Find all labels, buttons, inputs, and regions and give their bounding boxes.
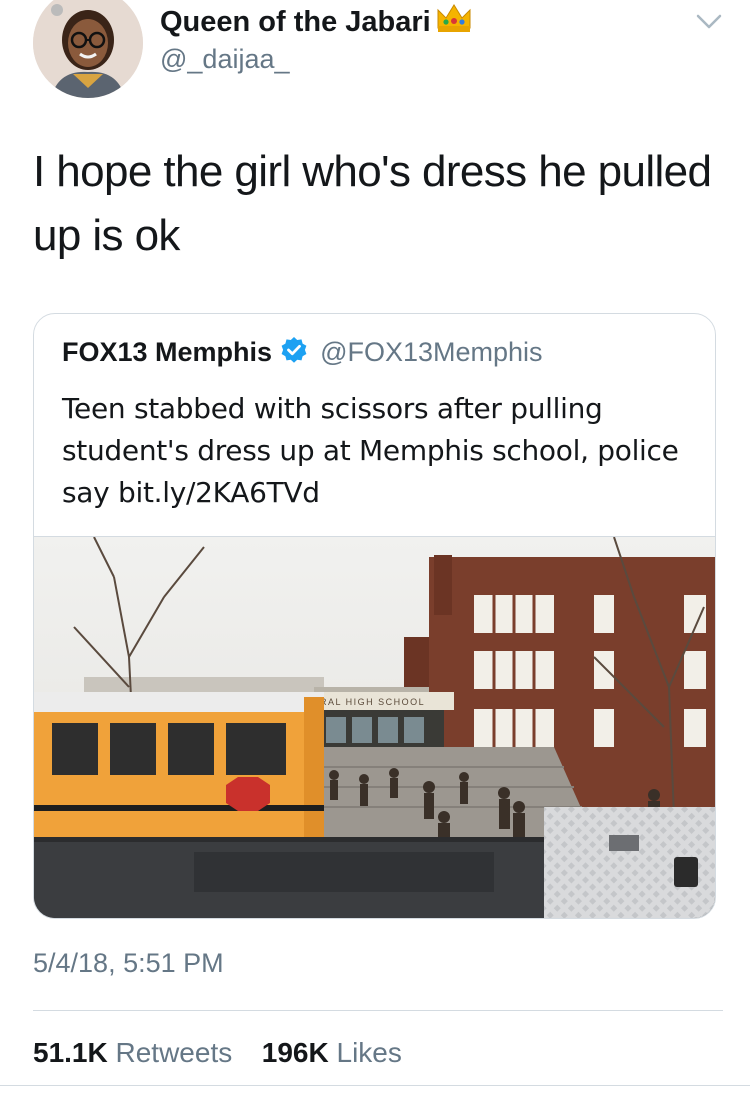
quoted-tweet-card[interactable]: FOX13 Memphis @FOX13Memphis Teen stabbed… [33,313,716,919]
bottom-divider [0,1085,750,1086]
quoted-tweet-photo[interactable]: RAL HIGH SCHOOL [34,536,715,918]
quoted-display-name: FOX13 Memphis [62,337,273,367]
tweet-text: I hope the girl who's dress he pulled up… [33,147,712,260]
divider [33,1010,723,1011]
author-handle[interactable]: @_daijaa_ [160,44,290,75]
retweets-stat[interactable]: 51.1K Retweets [33,1037,240,1068]
chevron-down-icon[interactable] [694,10,724,32]
author-display-name[interactable]: Queen of the Jabari [160,2,473,42]
likes-count: 196K [261,1037,329,1068]
quoted-tweet-text: Teen stabbed with scissors after pulling… [62,392,679,509]
likes-stat[interactable]: 196K Likes [262,1037,402,1068]
retweets-label: Retweets [115,1037,233,1068]
tweet-stats: 51.1K Retweets 196K Likes [33,1037,402,1069]
retweets-count: 51.1K [33,1037,108,1068]
author-name-text: Queen of the Jabari [160,5,431,38]
quoted-handle: @FOX13Memphis [320,337,543,367]
author-avatar[interactable] [33,0,143,98]
tweet-timestamp[interactable]: 5/4/18, 5:51 PM [33,948,224,979]
school-sign-text: RAL HIGH SCHOOL [320,697,425,707]
quoted-tweet-header: FOX13 Memphis @FOX13Memphis [62,336,543,369]
likes-label: Likes [336,1037,402,1068]
verified-badge-icon [280,336,308,369]
crown-icon [435,2,473,42]
